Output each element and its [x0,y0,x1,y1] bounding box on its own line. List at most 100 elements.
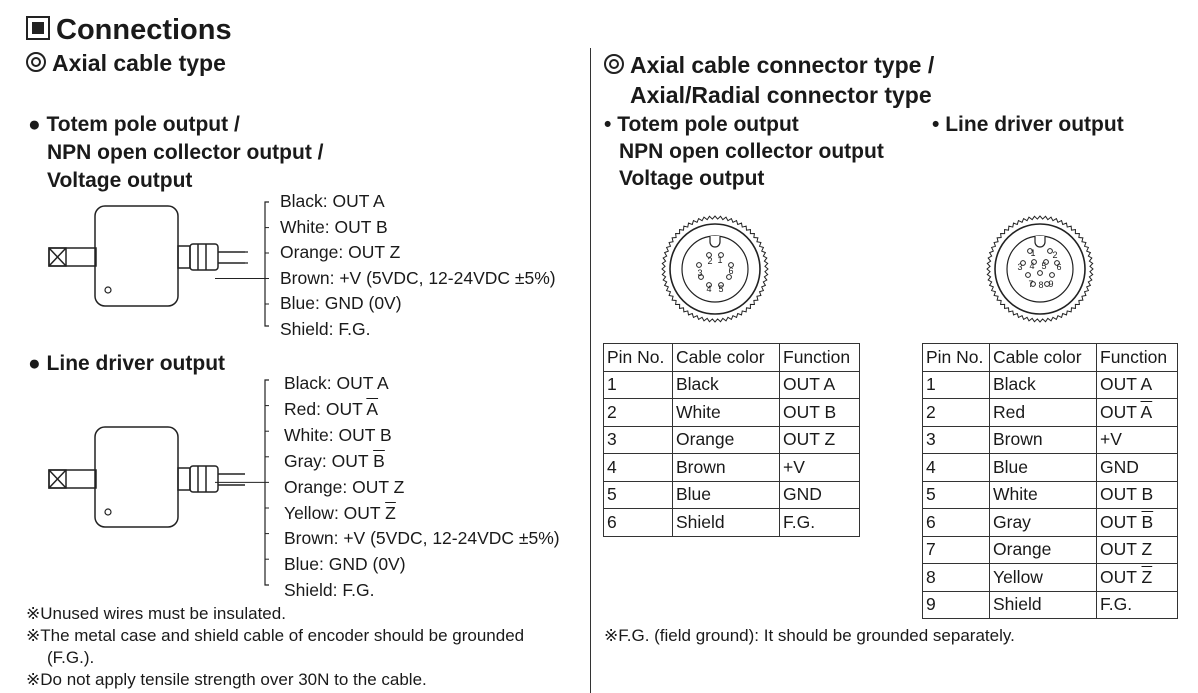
pin-label: 2 [1052,250,1057,260]
filled-square-icon [26,16,50,40]
function: OUT B [1096,480,1178,509]
table-row: 6 Shield F.G. [603,508,860,537]
table-row: 2 White OUT B [603,398,860,427]
pin-label: 9 [1048,279,1053,289]
table-header-row: Pin No. Cable color Function [603,343,860,372]
screw-icon [104,508,112,516]
wire-label: Orange: OUT Z [284,476,405,497]
pin-number: 7 [922,535,990,564]
function: OUT B [779,398,860,427]
wire-label: Brown: +V (5VDC, 12-24VDC ±5%) [284,528,560,549]
function: +V [1096,425,1178,454]
table-header-row: Pin No. Cable color Function [922,343,1178,372]
cable-color: Shield [672,508,780,537]
cable-color: Black [672,370,780,399]
wire-list-totem: Black: OUT A White: OUT B Orange: OUT Z … [280,189,556,343]
pin-number: 9 [922,590,990,619]
pin-hole [1037,270,1043,276]
screw-icon [104,286,112,294]
pin-hole [696,262,702,268]
pin-table-totem: Pin No. Cable color Function 1 Black OUT A… [603,343,860,537]
cable-color: White [989,480,1097,509]
function: OUT Z [779,425,860,454]
note: (F.G.). [47,648,95,667]
function: OUT A [1096,398,1178,427]
wire-list-line-driver: Black: OUT A Red: OUT A White: OUT B Gra… [284,371,560,604]
pin-label: 5 [718,284,723,294]
pin-label: 1 [717,255,722,265]
knurled-ring [661,215,769,323]
wire-label: Red: OUT A [284,398,379,419]
pin-table-line-driver: Pin No. Cable color Function 1 Black OUT A… [922,343,1178,619]
function: F.G. [779,508,860,537]
wire-label: Gray: OUT B [284,450,385,471]
cable-color: White [672,398,780,427]
wire-label: Shield: F.G. [284,580,375,601]
column-divider [590,48,591,693]
pin-number: 4 [603,453,673,482]
encoder-diagram-line-driver [48,426,245,528]
wire-label: White: OUT B [280,216,388,237]
pin-label: 4 [706,284,711,294]
pin-label: 7 [1028,279,1033,289]
totem-heading: ● Totem pole output / NPN open collector… [28,113,324,192]
cable-color: Red [989,398,1097,427]
function: OUT B [1096,508,1178,537]
pin-number: 3 [603,425,673,454]
cable-color: Brown [672,453,780,482]
note-right: ※F.G. (field ground): It should be groun… [604,626,1015,645]
pin-number: 1 [922,370,990,399]
table-row: 1 Black OUT A [922,370,1178,399]
pin-label: 8 [1038,280,1043,290]
wire-label: Brown: +V (5VDC, 12-24VDC ±5%) [280,267,556,288]
double-circle-icon [26,52,46,72]
table-row: 5 White OUT B [922,480,1178,509]
wire-bracket-line-driver [215,379,269,586]
cable-color: Shield [989,590,1097,619]
pin-number: 5 [922,480,990,509]
page-title: Connections [26,14,232,47]
pin-label: 3 [1017,262,1022,272]
bullet-icon: • [932,113,940,136]
function: OUT A [1096,370,1178,399]
wire-bracket-totem [215,201,269,327]
pin-label: 1 [1030,248,1035,258]
pin-label: 6 [728,266,733,276]
cable-color: Yellow [989,563,1097,592]
bullet-icon: ● [28,352,41,375]
table-row: 1 Black OUT A [603,370,860,399]
knurled-ring [986,215,1094,323]
table-row: 8 Yellow OUT Z [922,563,1178,592]
cable-color: Black [989,370,1097,399]
section-title-axial-cable: Axial cable type [26,50,226,77]
pin-number: 6 [603,508,673,537]
pin-hole [1049,272,1055,278]
wire-label: Yellow: OUT Z [284,502,396,523]
pin-label: 5 [1041,261,1046,271]
pin-hole [1025,272,1031,278]
function: OUT Z [1096,563,1178,592]
function: OUT A [779,370,860,399]
table-row: 9 Shield F.G. [922,590,1178,619]
bullet-icon: ● [28,113,41,136]
table-row: 5 Blue GND [603,480,860,509]
line-driver-heading-right: • Line driver output [932,113,1124,136]
cable-color: Blue [672,480,780,509]
pin-number: 4 [922,453,990,482]
function: +V [779,453,860,482]
pin-number: 6 [922,508,990,537]
table-row: 2 Red OUT A [922,398,1178,427]
wire-label: White: OUT B [284,424,392,445]
cable-color: Orange [989,535,1097,564]
key-notch [1034,236,1046,248]
cable-color: Orange [672,425,780,454]
cable-color: Brown [989,425,1097,454]
note: ※Unused wires must be insulated. [26,604,286,623]
pin-label: 2 [707,256,712,266]
function: GND [1096,453,1178,482]
notes-left: ※Unused wires must be insulated. ※The me… [26,603,524,691]
pin-number: 2 [603,398,673,427]
wire-label: Blue: GND (0V) [284,554,406,575]
connector-9pin-diagram: 1 2 3 4 5 6 7 8 9 [986,215,1094,323]
pin-number: 8 [922,563,990,592]
